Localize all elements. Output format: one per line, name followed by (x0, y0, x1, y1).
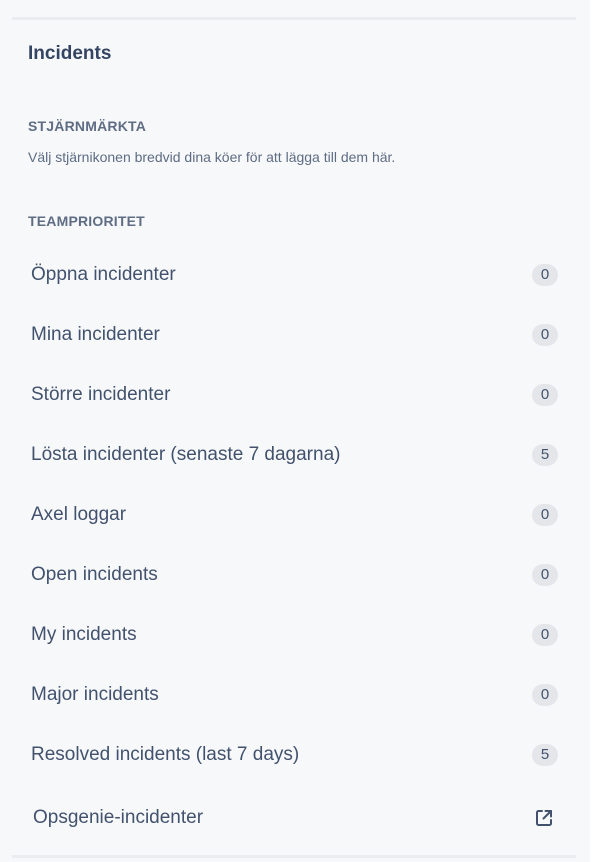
queue-count-badge: 0 (532, 504, 558, 526)
opsgenie-incidents-link[interactable]: Opsgenie-incidenter (20, 796, 568, 840)
queue-count-badge: 5 (532, 444, 558, 466)
queue-item-open-incidents-sv[interactable]: Öppna incidenter 0 (20, 253, 568, 297)
queue-item-resolved-incidents-sv[interactable]: Lösta incidenter (senaste 7 dagarna) 5 (20, 433, 568, 477)
queue-count-badge: 0 (532, 264, 558, 286)
queue-item-major-incidents[interactable]: Major incidents 0 (20, 673, 568, 717)
queue-count-badge: 5 (532, 744, 558, 766)
queue-item-my-incidents[interactable]: My incidents 0 (20, 613, 568, 657)
queue-label: Mina incidenter (31, 324, 160, 345)
starred-heading: STJÄRNMÄRKTA (28, 118, 147, 134)
queue-item-axel-loggar[interactable]: Axel loggar 0 (20, 493, 568, 537)
queue-item-my-incidents-sv[interactable]: Mina incidenter 0 (20, 313, 568, 357)
queue-label: Lösta incidenter (senaste 7 dagarna) (31, 444, 341, 465)
queue-label: Open incidents (31, 564, 158, 585)
top-divider (12, 17, 576, 20)
queue-item-major-incidents-sv[interactable]: Större incidenter 0 (20, 373, 568, 417)
queue-count-badge: 0 (532, 624, 558, 646)
queue-count-badge: 0 (532, 564, 558, 586)
team-priority-heading: TEAMPRIORITET (28, 213, 145, 229)
queue-item-resolved-incidents[interactable]: Resolved incidents (last 7 days) 5 (20, 733, 568, 777)
queue-label: Större incidenter (31, 384, 171, 405)
starred-description: Välj stjärnikonen bredvid dina köer för … (28, 149, 396, 165)
external-link-icon (533, 807, 555, 829)
incidents-sidebar: Incidents STJÄRNMÄRKTA Välj stjärnikonen… (0, 0, 590, 862)
queue-label: Öppna incidenter (31, 264, 176, 285)
queue-count-badge: 0 (532, 324, 558, 346)
queue-item-open-incidents[interactable]: Open incidents 0 (20, 553, 568, 597)
queue-label: My incidents (31, 624, 137, 645)
queue-count-badge: 0 (532, 684, 558, 706)
queue-label: Resolved incidents (last 7 days) (31, 744, 300, 765)
queue-count-badge: 0 (532, 384, 558, 406)
queue-label: Axel loggar (31, 504, 127, 525)
sidebar-title: Incidents (28, 43, 112, 64)
queue-label: Major incidents (31, 684, 159, 705)
external-link-label: Opsgenie-incidenter (33, 807, 204, 828)
bottom-divider (12, 855, 576, 858)
